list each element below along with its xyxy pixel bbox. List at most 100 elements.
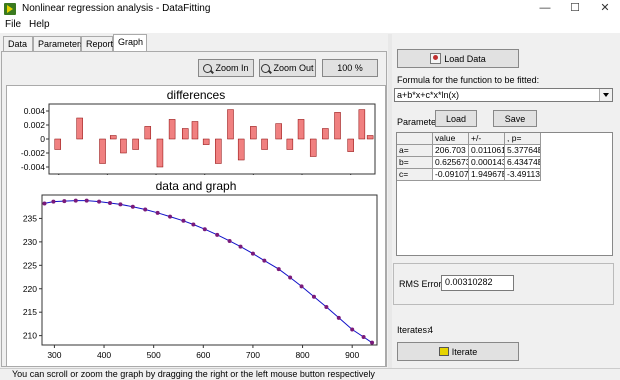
zoom-in-button[interactable]: Zoom In [198, 59, 254, 77]
data-point [361, 335, 366, 340]
rms-error-label: RMS Error [399, 279, 442, 289]
data-point [262, 258, 267, 263]
splitter[interactable] [388, 34, 392, 368]
data-point [215, 232, 220, 237]
tab-report[interactable]: Report [81, 36, 113, 51]
y-tick-label: 0 [40, 134, 45, 144]
difference-bar [322, 128, 329, 140]
x-tick-label: 900 [345, 350, 359, 360]
data-point [191, 222, 196, 227]
difference-bar [156, 138, 164, 168]
data-point [299, 284, 304, 289]
load-data-button[interactable]: Load Data [397, 49, 519, 68]
x-tick-label: 700 [246, 350, 260, 360]
y-tick-label: -0.002 [21, 148, 45, 158]
grid-cell[interactable]: 0.000143 [469, 157, 505, 169]
difference-bar [347, 138, 354, 152]
data-point [155, 210, 160, 215]
x-tick-label: 400 [97, 350, 111, 360]
zoom-out-label: Zoom Out [273, 63, 314, 73]
menu-file[interactable]: File [5, 19, 21, 30]
difference-bar [358, 109, 366, 140]
rms-error-panel: RMS Error 0.00310282 [393, 263, 614, 305]
data-graph-plot[interactable]: data and graph 235 230 225 220 215 210 300 400 5… [6, 175, 386, 367]
title-bar: Nonlinear regression analysis - DataFitt… [0, 0, 620, 18]
y-tick-label: 230 [23, 237, 37, 247]
y-tick-label: 0.004 [24, 106, 46, 116]
data-point [143, 207, 148, 212]
menu-bar: File Help [0, 18, 620, 33]
formula-label: Formula for the function to be fitted: [397, 75, 540, 85]
difference-bar [237, 138, 245, 161]
app-window: Nonlinear regression analysis - DataFitt… [0, 0, 620, 380]
zoom-out-button[interactable]: Zoom Out [259, 59, 316, 77]
data-point [350, 327, 355, 332]
data-point [336, 315, 341, 320]
data-point [168, 214, 173, 219]
y-tick-label: 210 [23, 331, 37, 341]
y-tick-label: 0.002 [24, 120, 46, 130]
menu-help[interactable]: Help [29, 19, 50, 30]
zoom-in-label: Zoom In [215, 63, 249, 73]
tab-data[interactable]: Data [3, 36, 33, 51]
app-icon [4, 3, 16, 15]
difference-bar [297, 119, 305, 140]
grid-cell[interactable]: 206.703 [433, 145, 469, 157]
data-point [42, 201, 47, 206]
grid-cell[interactable]: 0.625673 [433, 157, 469, 169]
data-point [107, 200, 112, 205]
formula-value: a+b*x+c*x*ln(x) [397, 90, 460, 100]
y-tick-label: 215 [23, 307, 37, 317]
load-data-label: Load Data [444, 53, 486, 64]
formula-select[interactable]: a+b*x+c*x*ln(x) [394, 88, 613, 102]
difference-bar [76, 117, 83, 140]
zoom-out-icon [261, 63, 271, 73]
difference-bar [275, 123, 282, 140]
difference-bar [120, 138, 127, 154]
difference-bar [144, 126, 152, 140]
grid-cell[interactable]: 5.37764E [505, 145, 541, 157]
zoom-level-button[interactable]: 100 % [322, 59, 378, 77]
tab-graph[interactable]: Graph [113, 34, 147, 52]
difference-bar [132, 138, 139, 150]
chevron-down-icon[interactable] [599, 89, 612, 101]
close-button[interactable]: ✕ [590, 0, 620, 18]
rms-error-field[interactable]: 0.00310282 [441, 275, 514, 291]
iterate-button[interactable]: Iterate [397, 342, 519, 361]
zoom-in-icon [203, 63, 213, 73]
maximize-button[interactable]: ☐ [560, 0, 590, 18]
grid-header-corner [397, 133, 433, 145]
iterate-label: Iterate [451, 346, 478, 357]
difference-bar [366, 135, 374, 140]
grid-cell[interactable]: 0.011061 [469, 145, 505, 157]
difference-bar [202, 138, 210, 145]
difference-bar [181, 128, 189, 140]
grid-cell[interactable]: 6.43474E [505, 157, 541, 169]
grid-header-error: +/- [469, 133, 505, 145]
data-point [288, 275, 293, 280]
x-tick-label: 800 [295, 350, 309, 360]
data-point [238, 244, 243, 249]
grid-cell[interactable]: -0.09107€ [433, 169, 469, 181]
plot-frame [41, 194, 378, 346]
y-tick-label: 220 [23, 284, 37, 294]
data-point [370, 340, 375, 345]
difference-bar [286, 138, 294, 150]
difference-bar [191, 121, 199, 140]
data-graph-chart: 235 230 225 220 215 210 300 400 500 600 700 800 900 [23, 194, 378, 360]
status-bar: You can scroll or zoom the graph by drag… [0, 368, 620, 380]
minimize-button[interactable]: — [530, 0, 560, 18]
iterates-label: Iterates: [397, 325, 430, 335]
tab-parameters[interactable]: Parameters [33, 36, 85, 51]
data-point [84, 198, 89, 203]
grid-cell[interactable]: 1.94967E [469, 169, 505, 181]
grid-cell[interactable]: -3.49113E [505, 169, 541, 181]
data-point [202, 227, 207, 232]
save-parameters-button[interactable]: Save [493, 110, 537, 127]
load-parameters-button[interactable]: Load [435, 110, 477, 127]
y-tick-label: -0.004 [21, 162, 45, 172]
data-point [250, 251, 255, 256]
data-point [227, 238, 232, 243]
parameters-grid[interactable]: value +/- , p= a= 206.703 0.011061 5.377… [396, 132, 613, 256]
data-point [51, 199, 56, 204]
